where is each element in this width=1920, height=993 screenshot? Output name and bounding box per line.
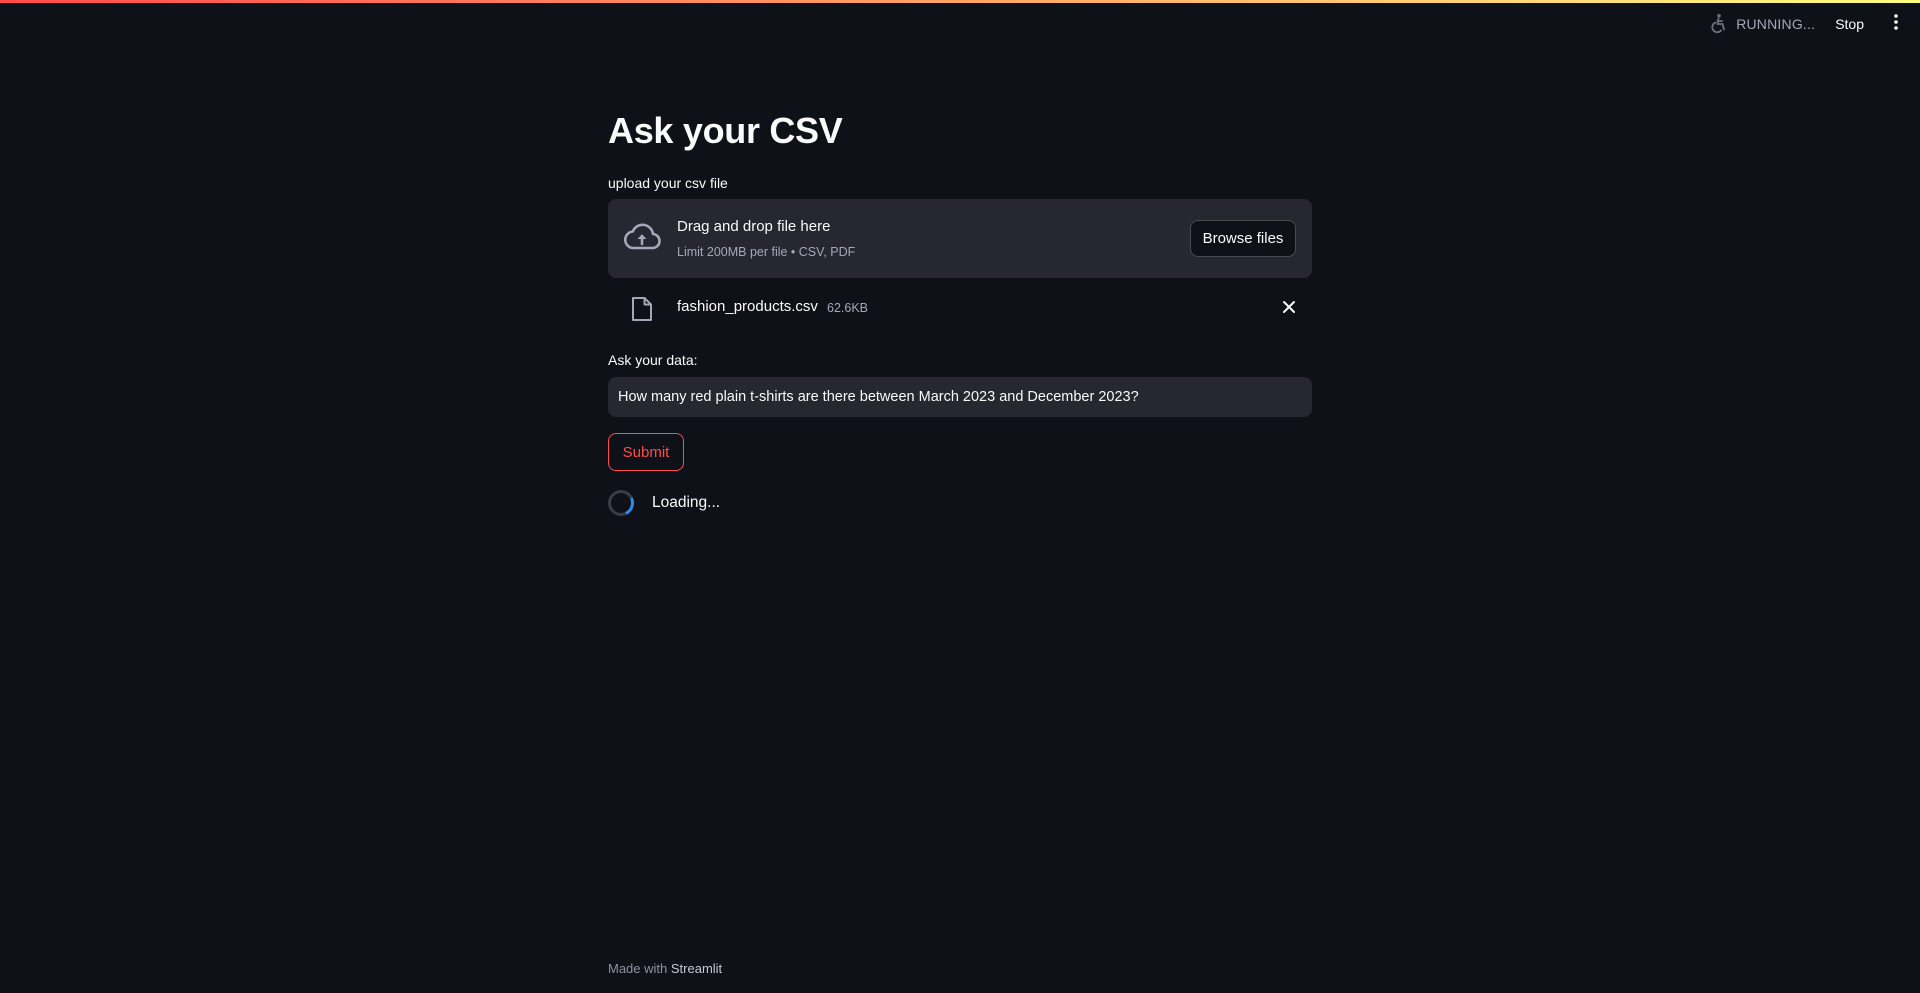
uploaded-file-item: fashion_products.csv 62.6KB	[608, 292, 1312, 326]
stop-button[interactable]: Stop	[1829, 12, 1870, 36]
question-input-label: Ask your data:	[608, 352, 698, 368]
file-dropzone[interactable]: Drag and drop file here Limit 200MB per …	[608, 199, 1312, 278]
file-icon	[631, 296, 653, 327]
question-input[interactable]	[608, 377, 1312, 417]
spinner-icon	[604, 486, 638, 520]
browse-files-button[interactable]: Browse files	[1190, 220, 1296, 257]
running-status-text: RUNNING...	[1736, 16, 1816, 32]
uploaded-file-size: 62.6KB	[827, 301, 869, 315]
main-menu-button[interactable]	[1884, 10, 1908, 38]
submit-button[interactable]: Submit	[608, 433, 684, 471]
dropzone-limit-text: Limit 200MB per file • CSV, PDF	[677, 245, 856, 259]
close-icon	[1282, 300, 1296, 319]
app-toolbar: RUNNING... Stop	[1708, 10, 1908, 38]
footer: Made with Streamlit	[608, 961, 722, 976]
kebab-menu-icon	[1894, 13, 1898, 35]
running-man-icon	[1708, 13, 1728, 35]
dropzone-title: Drag and drop file here	[677, 218, 831, 235]
running-status: RUNNING...	[1708, 13, 1815, 35]
uploaded-file-name: fashion_products.csv	[677, 298, 818, 315]
file-uploader-label: upload your csv file	[608, 175, 728, 191]
top-decoration-bar	[0, 0, 1920, 3]
loading-indicator: Loading...	[604, 486, 721, 520]
remove-file-button[interactable]	[1278, 298, 1300, 320]
cloud-upload-icon	[623, 221, 661, 260]
streamlit-link[interactable]: Streamlit	[671, 961, 722, 976]
footer-prefix: Made with	[608, 961, 668, 976]
loading-text: Loading...	[652, 494, 721, 511]
page-title: Ask your CSV	[608, 110, 843, 151]
